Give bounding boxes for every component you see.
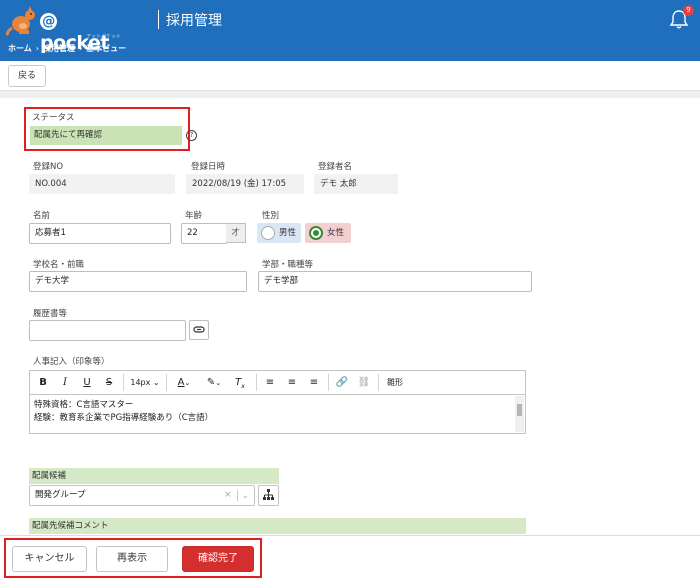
- help-icon[interactable]: ?: [186, 130, 197, 141]
- resume-label: 履歴書等: [33, 309, 68, 319]
- app-header: @pocket アットポケット 採用管理 9 ホーム › 採用管理 › 基本ビュー: [0, 0, 700, 61]
- breadcrumb: ホーム › 採用管理 › 基本ビュー: [8, 43, 126, 54]
- editor-content[interactable]: 特殊資格：C言語マスター 経験：教育系企業でPG指導経験あり（C言語）: [34, 399, 213, 425]
- brand-at: @: [40, 13, 57, 30]
- age-input[interactable]: 22: [181, 223, 227, 244]
- bold-icon[interactable]: B: [36, 374, 50, 392]
- placement-candidate-value: 開発グループ: [35, 490, 86, 500]
- breadcrumb-basic-view[interactable]: 基本ビュー: [86, 44, 126, 53]
- italic-icon[interactable]: I: [58, 374, 72, 392]
- text-color-icon[interactable]: A⌄: [172, 374, 196, 392]
- toolbar-divider: [256, 374, 257, 391]
- reg-no-label: 登録NO: [33, 162, 64, 172]
- align-left-icon[interactable]: ≡: [263, 374, 277, 392]
- rich-text-editor[interactable]: B I U S 14px ⌄ A⌄ ✎⌄ Tx ≡ ≡ ≡ 🔗 ⛓ 雛形 特殊資…: [29, 370, 526, 434]
- template-button[interactable]: 雛形: [383, 374, 407, 392]
- toolbar-divider: [328, 374, 329, 391]
- section-gap: [0, 91, 700, 98]
- notification-badge: 9: [683, 5, 694, 16]
- action-toolbar: 戻る: [0, 61, 700, 91]
- school-input[interactable]: デモ大学: [29, 271, 247, 292]
- placement-candidate-label: 配属候補: [29, 468, 279, 484]
- editor-line: 特殊資格：C言語マスター: [34, 400, 134, 410]
- confirm-button[interactable]: 確認完了: [182, 546, 254, 572]
- department-input[interactable]: デモ学部: [258, 271, 532, 292]
- reg-datetime-label: 登録日時: [191, 162, 226, 172]
- kangaroo-logo-icon: [6, 6, 35, 36]
- highlight-color-icon[interactable]: ✎⌄: [202, 374, 226, 392]
- font-size-value: 14px: [130, 378, 151, 387]
- clear-icon[interactable]: ×: [224, 486, 232, 505]
- department-label: 学部・職種等: [262, 260, 314, 270]
- gender-male-label: 男性: [279, 228, 297, 238]
- app-logo[interactable]: @pocket アットポケット: [6, 6, 126, 54]
- cancel-button[interactable]: キャンセル: [12, 546, 87, 572]
- breadcrumb-recruitment[interactable]: 採用管理: [43, 44, 75, 53]
- org-tree-button[interactable]: [258, 485, 279, 506]
- chevron-down-icon[interactable]: ⌄: [242, 486, 249, 505]
- editor-scrollbar[interactable]: [515, 396, 524, 432]
- title-divider: [158, 10, 159, 29]
- toolbar-divider: [378, 374, 379, 391]
- align-right-icon[interactable]: ≡: [307, 374, 321, 392]
- link-icon[interactable]: 🔗: [334, 374, 350, 392]
- toolbar-divider: [166, 374, 167, 391]
- breadcrumb-separator-icon: ›: [35, 44, 39, 53]
- paperclip-icon: [193, 326, 205, 333]
- reg-no-value: NO.004: [29, 174, 175, 194]
- editor-line: 経験：教育系企業でPG指導経験あり（C言語）: [34, 413, 214, 423]
- name-input[interactable]: 応募者1: [29, 223, 171, 244]
- registrant-value: デモ 太郎: [314, 174, 398, 194]
- age-label: 年齢: [185, 211, 203, 221]
- gender-option-male[interactable]: 男性: [257, 223, 301, 243]
- underline-icon[interactable]: U: [80, 374, 94, 392]
- scrollbar-thumb[interactable]: [517, 404, 522, 416]
- placement-candidate-select[interactable]: 開発グループ × ⌄: [29, 485, 255, 506]
- hr-notes-label: 人事記入（印象等）: [33, 357, 110, 367]
- registrant-label: 登録者名: [318, 162, 353, 172]
- strikethrough-icon[interactable]: S: [102, 374, 116, 392]
- back-button[interactable]: 戻る: [8, 65, 46, 87]
- radio-unchecked-icon: [261, 226, 275, 240]
- clear-format-icon[interactable]: Tx: [232, 374, 248, 392]
- age-unit: 才: [226, 223, 246, 243]
- font-size-select[interactable]: 14px ⌄: [128, 374, 162, 392]
- unlink-icon[interactable]: ⛓: [356, 374, 372, 392]
- school-label: 学校名・前職: [33, 260, 85, 270]
- name-label: 名前: [33, 211, 51, 221]
- attach-file-button[interactable]: [189, 320, 209, 340]
- breadcrumb-home[interactable]: ホーム: [8, 44, 32, 53]
- breadcrumb-separator-icon: ›: [78, 44, 83, 53]
- editor-toolbar: B I U S 14px ⌄ A⌄ ✎⌄ Tx ≡ ≡ ≡ 🔗 ⛓ 雛形: [30, 371, 525, 395]
- resume-input[interactable]: [29, 320, 186, 341]
- page-title: 採用管理: [166, 13, 222, 29]
- brand-subtext: アットポケット: [86, 34, 122, 40]
- status-label: ステータス: [32, 113, 75, 123]
- org-chart-icon: [263, 489, 274, 500]
- reg-datetime-value: 2022/08/19 (金) 17:05: [186, 174, 304, 194]
- toolbar-divider: [123, 374, 124, 391]
- align-center-icon[interactable]: ≡: [285, 374, 299, 392]
- gender-label: 性別: [262, 211, 280, 221]
- gender-female-label: 女性: [327, 228, 345, 238]
- select-divider: [237, 490, 238, 501]
- gender-option-female[interactable]: 女性: [305, 223, 351, 243]
- reload-button[interactable]: 再表示: [96, 546, 168, 572]
- status-value[interactable]: 配属先にて再確認: [30, 126, 182, 145]
- radio-checked-icon: [309, 226, 323, 240]
- placement-comment-label: 配属先候補コメント: [29, 518, 526, 534]
